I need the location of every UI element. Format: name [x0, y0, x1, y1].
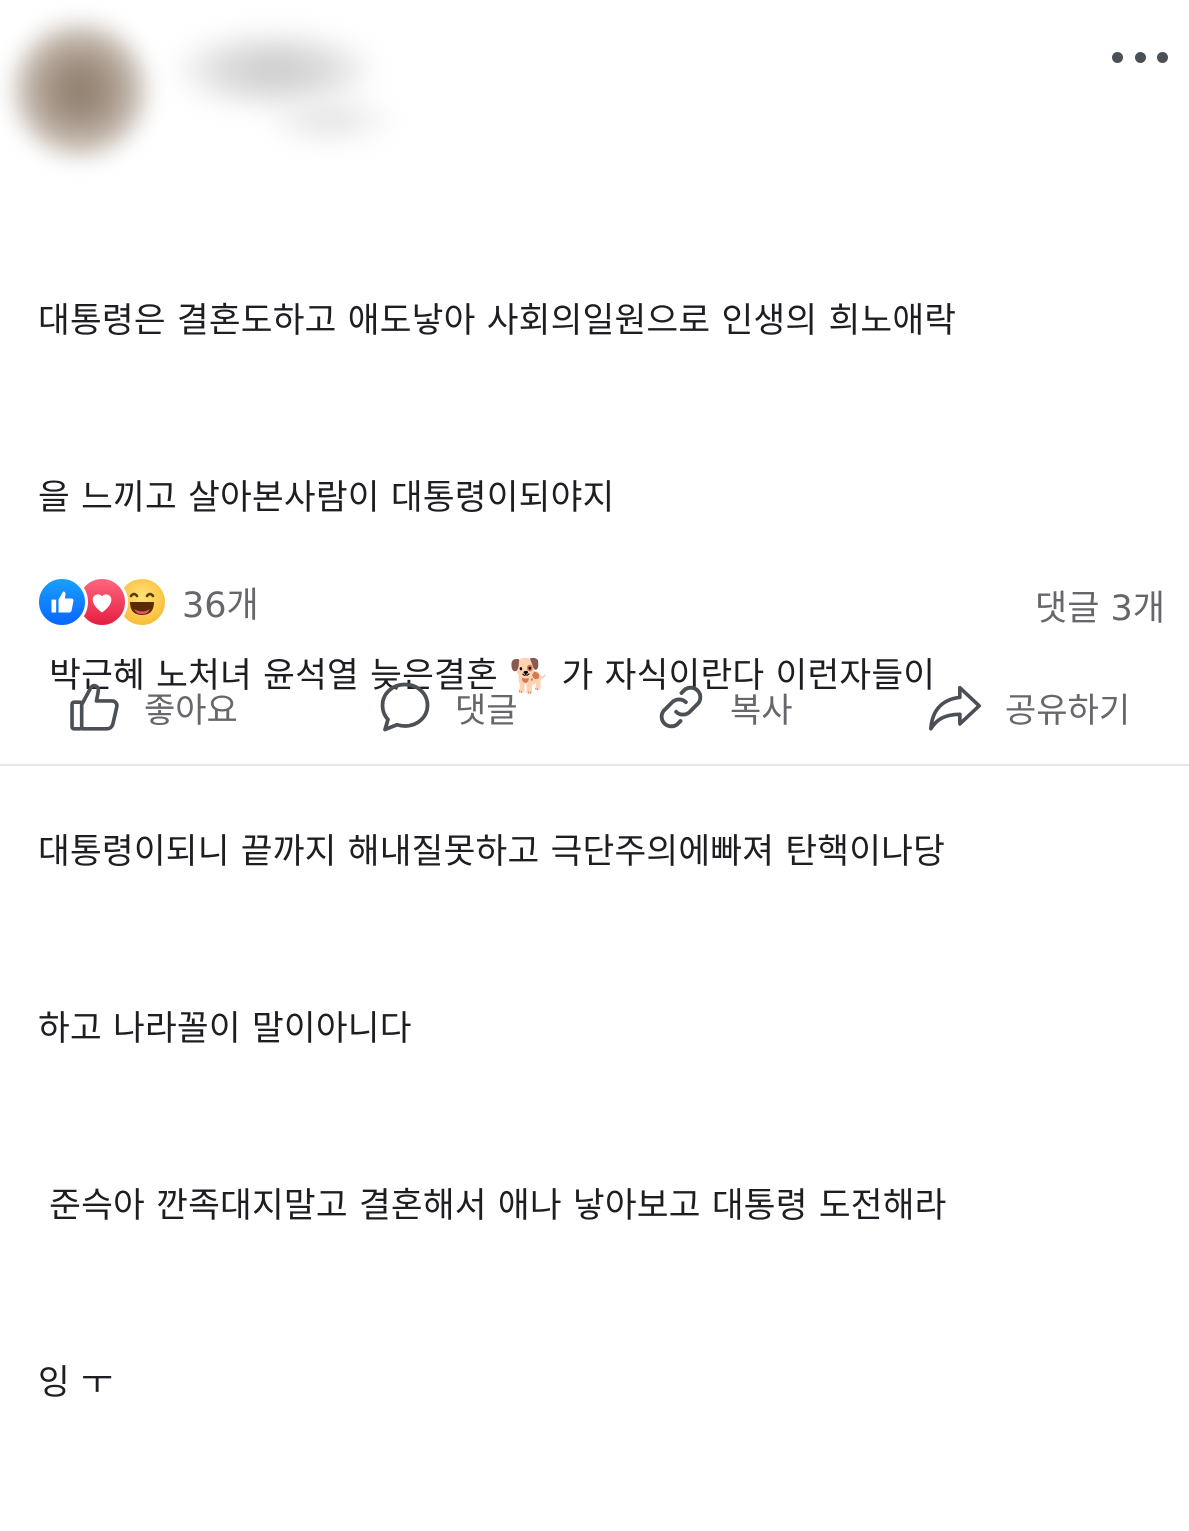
post-line: 잉 ㅜ [38, 1363, 114, 1403]
divider [0, 764, 1189, 766]
comment-bubble-icon [380, 682, 430, 732]
post-meta-blurred [260, 90, 400, 150]
post-line: 대통령은 결혼도하고 애도낳아 사회의일원으로 인생의 희노애락 [38, 301, 957, 341]
link-icon [659, 685, 703, 729]
share-arrow-icon [929, 685, 981, 731]
more-horizontal-icon [1112, 51, 1123, 63]
share-label: 공유하기 [1005, 690, 1131, 731]
comment-label: 댓글 [455, 690, 518, 731]
copy-button[interactable]: 복사 [652, 672, 793, 742]
reaction-count: 36개 [182, 585, 259, 626]
like-label: 좋아요 [144, 690, 238, 731]
post-line: 을 느끼고 살아본사람이 대통령이되야지 [38, 478, 615, 518]
comment-count-link[interactable]: 댓글 3개 [1035, 580, 1165, 631]
post-line: 하고 나라꼴이 말이아니다 [38, 1009, 412, 1049]
like-button[interactable]: 좋아요 [66, 672, 238, 742]
post-line: 준슥아 깐족대지말고 결혼해서 애나 낳아보고 대통령 도전해라 [38, 1186, 947, 1226]
like-icon [36, 576, 88, 628]
post-body: 대통령은 결혼도하고 애도낳아 사회의일원으로 인생의 희노애락 을 느끼고 살… [38, 174, 1163, 1531]
more-options-button[interactable] [1112, 44, 1168, 70]
action-bar: 좋아요 댓글 복사 공유하기 [0, 672, 1189, 742]
copy-label: 복사 [730, 690, 793, 731]
share-button[interactable]: 공유하기 [925, 672, 1130, 742]
post-card: 대통령은 결혼도하고 애도낳아 사회의일원으로 인생의 희노애락 을 느끼고 살… [0, 0, 1189, 1403]
comment-button[interactable]: 댓글 [375, 672, 518, 742]
author-avatar[interactable] [10, 20, 150, 160]
thumbs-up-icon [70, 683, 119, 731]
reactions-summary[interactable]: 36개 [36, 576, 259, 628]
post-line: 대통령이되니 끝까지 해내질못하고 극단주의에빠져 탄핵이나당 [38, 832, 946, 872]
more-dot [1134, 51, 1146, 63]
more-dot [1157, 51, 1168, 63]
